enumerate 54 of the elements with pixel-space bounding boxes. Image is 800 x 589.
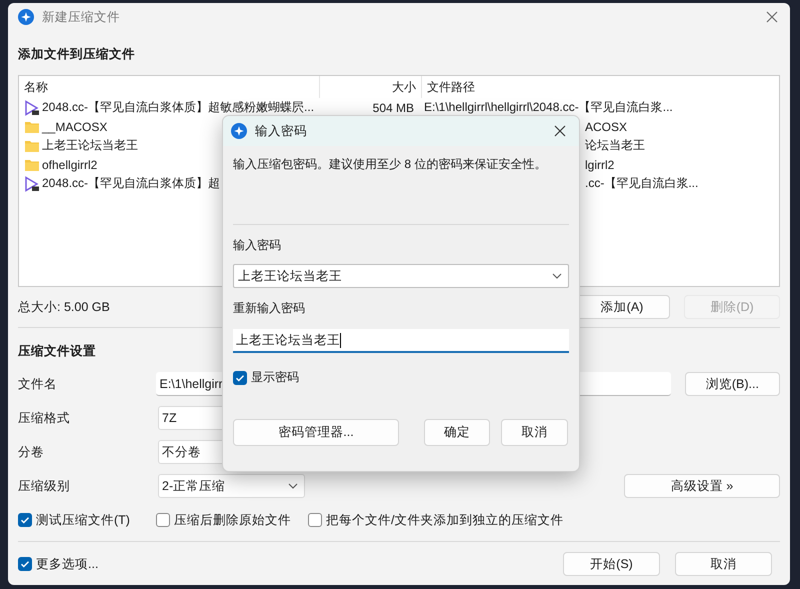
checkbox-label[interactable]: 把每个文件/文件夹添加到独立的压缩文件 [326, 512, 564, 528]
dropdown-field[interactable]: 2-正常压缩 [158, 474, 305, 498]
video-file-icon [24, 100, 40, 116]
video-file-icon [24, 176, 40, 192]
file-name[interactable]: ofhellgirrl2 [42, 158, 98, 172]
total-size: 总大小: 5.00 GB [18, 298, 110, 316]
column-header[interactable]: 名称 [19, 76, 320, 98]
column-header[interactable]: 文件路径 [422, 78, 475, 96]
section-heading: 添加文件到压缩文件 [18, 46, 135, 63]
field-label: 压缩级别 [18, 478, 71, 494]
advanced-settings-button[interactable]: 高级设置 » [624, 474, 780, 498]
file-size: 504 MB [372, 100, 414, 114]
file-name[interactable]: 2048.cc-【罕见自流白浆体质】超敏感粉嫩蝴蝶屄... [42, 99, 314, 116]
field-label: 重新输入密码 [233, 300, 306, 316]
chevron-down-icon [288, 483, 298, 489]
window-title: 新建压缩文件 [42, 8, 120, 26]
file-path: .cc-【罕见自流白浆... [585, 176, 698, 190]
section-heading: 压缩文件设置 [18, 343, 96, 360]
checkbox[interactable] [233, 370, 247, 384]
checkbox[interactable] [156, 513, 170, 527]
close-icon[interactable] [554, 125, 566, 137]
cancel-button[interactable]: 取消 [675, 552, 772, 576]
file-name[interactable]: 上老王论坛当老王 [42, 137, 138, 154]
chevron-down-icon [552, 273, 562, 279]
browse-button[interactable]: 浏览(B)... [684, 372, 780, 396]
field-label: 输入密码 [233, 237, 282, 253]
start-button[interactable]: 开始(S) [563, 552, 660, 576]
field-label: 压缩格式 [18, 410, 71, 426]
file-name[interactable]: __MACOSX [42, 120, 108, 134]
checkbox[interactable] [18, 513, 32, 527]
checkbox-label[interactable]: 更多选项... [36, 556, 98, 572]
field-label: 文件名 [18, 376, 58, 392]
file-path: 论坛当老王 [585, 138, 645, 152]
file-path: E:\1\hellgirrl\hellgirrl\2048.cc-【罕见自流白浆... [424, 100, 673, 114]
checkbox-label[interactable]: 显示密码 [251, 369, 299, 386]
checkbox[interactable] [18, 557, 32, 571]
password-combobox[interactable]: 上老王论坛当老王 [233, 264, 569, 288]
column-header[interactable]: 大小 [320, 76, 422, 98]
password-manager-button[interactable]: 密码管理器... [233, 419, 399, 446]
dialog-title: 输入密码 [255, 122, 307, 140]
file-path: ACOSX [585, 120, 628, 134]
field-label: 分卷 [18, 444, 45, 460]
checkbox[interactable] [308, 513, 322, 527]
app-logo-icon [18, 9, 34, 25]
file-name[interactable]: 2048.cc-【罕见自流白浆体质】超 [42, 175, 220, 192]
app-logo-icon [231, 123, 247, 139]
checkbox-label[interactable]: 测试压缩文件(T) [36, 512, 130, 528]
file-path: lgirrl2 [585, 158, 614, 172]
description-text: 输入压缩包密码。建议使用至少 8 位的密码来保证安全性。 [233, 156, 548, 172]
checkbox-label[interactable]: 压缩后删除原始文件 [174, 512, 291, 528]
close-icon[interactable] [766, 11, 778, 23]
ok-button[interactable]: 确定 [424, 419, 490, 446]
cancel-button[interactable]: 取消 [501, 419, 568, 446]
password-field[interactable]: 上老王论坛当老王 [233, 329, 569, 353]
